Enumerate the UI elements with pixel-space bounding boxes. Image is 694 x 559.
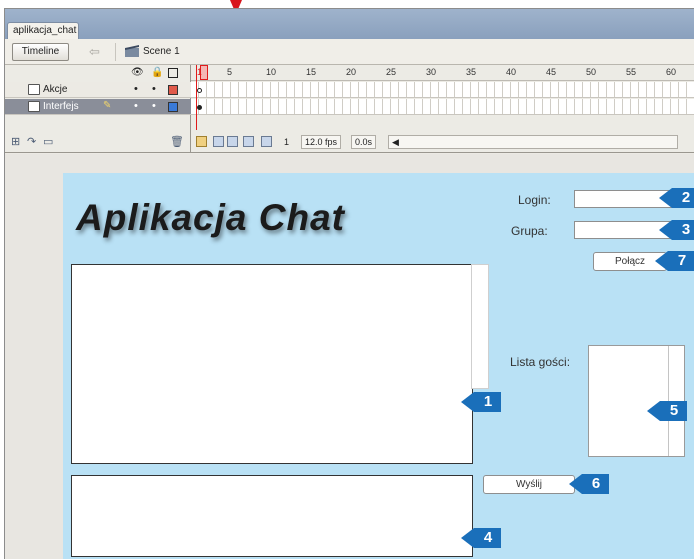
ruler-number: 50	[586, 67, 597, 77]
guest-list-label: Lista gości:	[510, 355, 571, 369]
ruler-number: 25	[386, 67, 397, 77]
frames-area: 1 5 10 15 20 25 30 35 40 45 50 55 60 1 1…	[191, 65, 694, 153]
playhead-handle[interactable]	[200, 65, 208, 80]
callout-number: 6	[591, 475, 601, 492]
ruler-number: 30	[426, 67, 437, 77]
onion-skin-icon[interactable]	[213, 136, 224, 147]
layer-row-akcje[interactable]: Akcje • •	[5, 82, 191, 98]
timeline-button[interactable]: Timeline	[12, 43, 69, 61]
callout-4: 4	[461, 528, 501, 548]
toolbar-separator	[115, 43, 116, 61]
app-title: Aplikacja Chat	[76, 197, 345, 238]
frame-row-interfejs[interactable]	[191, 99, 694, 115]
trash-icon[interactable]: 🗑	[170, 135, 184, 148]
scene-clapper-icon	[125, 45, 139, 57]
layer-name: Interfejs	[43, 101, 79, 112]
callout-7: 7	[655, 251, 694, 271]
layer-color-swatch[interactable]	[168, 102, 178, 112]
ruler-number: 15	[306, 67, 317, 77]
ruler-number: 60	[666, 67, 677, 77]
callout-1: 1	[461, 392, 501, 412]
group-label: Grupa:	[511, 224, 548, 238]
ruler-number: 40	[506, 67, 517, 77]
back-arrow-icon[interactable]: ⇦	[89, 44, 105, 60]
elapsed-time: 0.0s	[351, 135, 377, 149]
frame-rate: 12.0 fps	[301, 135, 342, 149]
layer-name: Akcje	[43, 84, 68, 95]
visibility-dot[interactable]: •	[134, 83, 138, 95]
layer-row-interfejs[interactable]: Interfejs ✎ • •	[5, 99, 191, 115]
edit-multiple-frames-icon[interactable]	[243, 136, 254, 147]
callout-5: 5	[647, 401, 687, 421]
lock-icon[interactable]: 🔒	[151, 67, 163, 78]
callout-number: 5	[669, 402, 679, 419]
add-folder-icon[interactable]: ▭	[43, 135, 53, 148]
timeline-panel: 👁 🔒 Akcje • • Interfejs ✎ • • ⊞ ↷ ▭ 🗑 1 …	[5, 65, 694, 153]
layer-color-swatch[interactable]	[168, 85, 178, 95]
stage-area: Aplikacja Chat Login: Grupa: Połącz List…	[5, 154, 694, 559]
add-guide-icon[interactable]: ↷	[27, 135, 36, 148]
scene-label[interactable]: Scene 1	[143, 46, 180, 57]
message-input[interactable]	[71, 475, 473, 557]
flash-document-window: aplikacja_chat Timeline ⇦ Scene 1 👁 🔒 Ak…	[4, 8, 694, 559]
callout-number: 7	[677, 252, 687, 269]
layer-list: 👁 🔒 Akcje • • Interfejs ✎ • • ⊞ ↷ ▭ 🗑	[5, 65, 191, 153]
callout-3: 3	[659, 220, 694, 240]
stage-canvas: Aplikacja Chat Login: Grupa: Połącz List…	[63, 173, 694, 559]
callout-number: 4	[483, 529, 493, 546]
callout-number: 2	[681, 189, 691, 206]
ruler-number: 35	[466, 67, 477, 77]
add-layer-icon[interactable]: ⊞	[11, 135, 20, 148]
layer-page-icon	[28, 101, 40, 112]
callout-2: 2	[659, 188, 694, 208]
callout-6: 6	[569, 474, 609, 494]
layer-header: 👁 🔒	[5, 65, 191, 81]
callout-number: 1	[483, 393, 493, 410]
timeline-status-bar: 1 12.0 fps 0.0s ◀	[191, 133, 694, 151]
lock-dot[interactable]: •	[152, 100, 156, 112]
layer-tools: ⊞ ↷ ▭ 🗑	[5, 133, 191, 151]
ruler-number: 10	[266, 67, 277, 77]
document-tab[interactable]: aplikacja_chat	[7, 22, 79, 39]
login-label: Login:	[518, 193, 551, 207]
center-frame-icon[interactable]	[196, 136, 207, 147]
ruler-number: 5	[227, 67, 233, 77]
chat-scrollbar[interactable]	[471, 264, 489, 389]
lock-dot[interactable]: •	[152, 83, 156, 95]
modify-onion-markers-icon[interactable]	[261, 136, 272, 147]
ruler-number: 45	[546, 67, 557, 77]
send-button[interactable]: Wyślij	[483, 475, 575, 494]
chat-area[interactable]	[71, 264, 473, 464]
playhead[interactable]	[196, 65, 208, 130]
current-frame: 1	[284, 137, 290, 147]
frame-ruler[interactable]: 1 5 10 15 20 25 30 35 40 45 50 55 60	[191, 65, 694, 81]
document-tab-bar: aplikacja_chat	[5, 9, 694, 39]
eye-icon[interactable]: 👁	[131, 67, 144, 78]
ruler-number: 55	[626, 67, 637, 77]
callout-number: 3	[681, 221, 691, 238]
edit-bar: Timeline ⇦ Scene 1	[5, 39, 694, 65]
layer-page-icon	[28, 84, 40, 95]
pencil-icon: ✎	[103, 100, 112, 111]
ruler-number: 20	[346, 67, 357, 77]
timeline-scrollbar[interactable]: ◀	[388, 135, 678, 149]
frame-row-akcje[interactable]	[191, 82, 694, 98]
visibility-dot[interactable]: •	[134, 100, 138, 112]
onion-outline-icon[interactable]	[227, 136, 238, 147]
outline-icon[interactable]	[168, 68, 178, 78]
